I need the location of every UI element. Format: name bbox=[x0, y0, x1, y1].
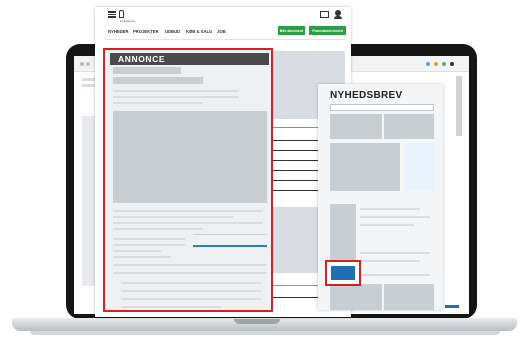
ad-sheet: ANNONCE bbox=[103, 48, 273, 312]
nav-udbud[interactable]: UDBUD bbox=[165, 29, 180, 34]
ad-header: ANNONCE bbox=[110, 53, 269, 65]
lock-icon bbox=[119, 10, 124, 18]
trial-button[interactable]: Prøveabonnement bbox=[309, 26, 346, 35]
newsletter-cta-button[interactable] bbox=[331, 266, 355, 280]
user-icon-body bbox=[334, 16, 342, 19]
site-logo-text: Licitationen bbox=[120, 19, 136, 23]
nav-koeb-salg[interactable]: KØB & SALG bbox=[186, 29, 212, 34]
newsletter-cta-highlight bbox=[325, 260, 361, 286]
newsletter-title: NYHEDSBREV bbox=[330, 90, 403, 101]
nav-nyheder[interactable]: NYHEDER bbox=[108, 29, 128, 34]
nav-projekter[interactable]: PROJEKTER bbox=[133, 29, 159, 34]
laptop-notch bbox=[234, 319, 280, 324]
laptop-foot bbox=[30, 331, 500, 335]
subscribe-button[interactable]: Bliv abonnent bbox=[278, 26, 305, 35]
newspaper-icon[interactable] bbox=[320, 11, 329, 18]
nav-job[interactable]: JOB bbox=[217, 29, 226, 34]
menu-icon[interactable] bbox=[108, 11, 116, 18]
ad-link-line[interactable] bbox=[193, 245, 267, 247]
ad-image-placeholder bbox=[113, 111, 267, 203]
